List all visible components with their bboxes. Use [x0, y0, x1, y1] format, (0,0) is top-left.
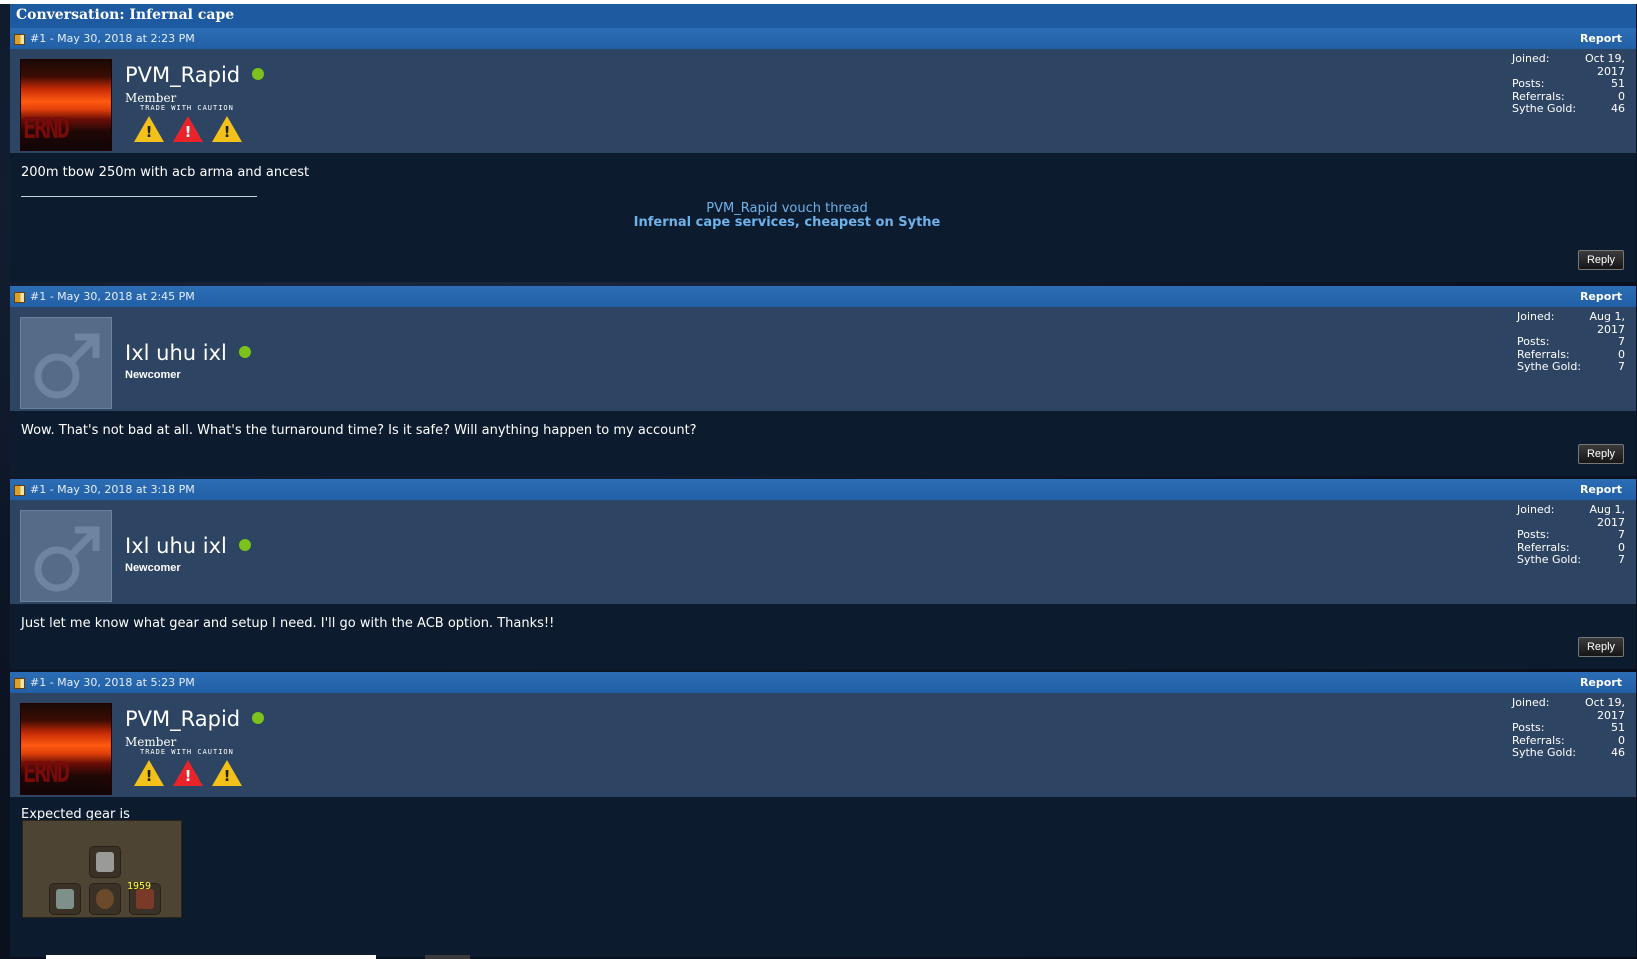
report-link[interactable]: Report: [1580, 28, 1622, 49]
post-header: #1 - May 30, 2018 at 2:23 PM Report: [10, 28, 1636, 49]
warning-badges: ! ! !: [134, 116, 242, 142]
reply-button[interactable]: Reply: [1578, 250, 1624, 270]
post-header: #1 - May 30, 2018 at 2:45 PM Report: [10, 286, 1636, 307]
avatar-caption: ERND: [23, 757, 70, 791]
report-link[interactable]: Report: [1580, 672, 1622, 693]
post: #1 - May 30, 2018 at 5:23 PM Report ERND…: [10, 672, 1636, 957]
username[interactable]: Ixl uhu ixl: [125, 534, 251, 558]
signature-divider: [21, 196, 257, 197]
report-link[interactable]: Report: [1580, 286, 1622, 307]
post-body: Wow. That's not bad at all. What's the t…: [10, 411, 1636, 476]
avatar-default-male[interactable]: [20, 510, 112, 602]
reply-button[interactable]: Reply: [1578, 444, 1624, 464]
username[interactable]: PVM_Rapid: [125, 63, 265, 87]
post-body: Expected gear is 1959: [10, 797, 1636, 957]
signature-services-link: Infernal cape services, cheapest on Syth…: [633, 215, 941, 230]
warning-icon: !: [134, 116, 164, 142]
male-symbol-icon: [34, 526, 100, 592]
reply-button[interactable]: Reply: [1578, 637, 1624, 657]
user-panel: ERND PVM_Rapid Member TRADE WITH CAUTION…: [10, 693, 1636, 797]
post-number-date[interactable]: #1 - May 30, 2018 at 2:45 PM: [30, 286, 195, 307]
post-number-date[interactable]: #1 - May 30, 2018 at 5:23 PM: [30, 672, 195, 693]
user-rank: Newcomer: [125, 562, 181, 574]
user-stats: Joined: Aug 1, 2017 Posts: 7 Referrals: 0 S…: [1517, 310, 1625, 373]
trade-caution-label: TRADE WITH CAUTION: [140, 748, 234, 756]
post-number-date[interactable]: #1 - May 30, 2018 at 3:18 PM: [30, 479, 195, 500]
warning-badges: ! ! !: [134, 760, 242, 786]
username[interactable]: Ixl uhu ixl: [125, 341, 251, 365]
post: #1 - May 30, 2018 at 2:45 PM Report Ixl …: [10, 286, 1636, 476]
warning-icon: !: [134, 760, 164, 786]
post-header: #1 - May 30, 2018 at 5:23 PM Report: [10, 672, 1636, 693]
post-header: #1 - May 30, 2018 at 3:18 PM Report: [10, 479, 1636, 500]
conversation-title: Conversation: Infernal cape: [10, 4, 1636, 28]
online-status-icon: [238, 346, 251, 358]
online-status-icon: [238, 539, 251, 551]
avatar-caption: ERND: [23, 113, 70, 147]
user-panel: ERND PVM_Rapid Member TRADE WITH CAUTION…: [10, 49, 1636, 153]
user-rank: Member: [125, 91, 177, 105]
post: #1 - May 30, 2018 at 3:18 PM Report Ixl …: [10, 479, 1636, 669]
username[interactable]: PVM_Rapid: [125, 707, 265, 731]
user-stats: Joined: Oct 19, 2017 Posts: 51 Referrals: 0…: [1512, 52, 1625, 115]
avatar[interactable]: ERND: [20, 59, 112, 151]
equipment-screenshot: 1959: [22, 820, 182, 918]
post-message: Wow. That's not bad at all. What's the t…: [21, 423, 697, 438]
post-body: Just let me know what gear and setup I n…: [10, 604, 1636, 669]
signature-vouch-link: PVM_Rapid vouch thread: [706, 201, 868, 216]
user-panel: Ixl uhu ixl Newcomer Joined: Aug 1, 2017 …: [10, 307, 1636, 411]
warning-red-icon: !: [173, 760, 203, 786]
post-flag-icon: [14, 292, 25, 303]
online-status-icon: [252, 712, 265, 724]
user-rank: Member: [125, 735, 177, 749]
ammo-quantity: 1959: [127, 881, 152, 892]
online-status-icon: [252, 68, 265, 80]
post-flag-icon: [14, 678, 25, 689]
post-message: Just let me know what gear and setup I n…: [21, 616, 555, 631]
post-number-date[interactable]: #1 - May 30, 2018 at 2:23 PM: [30, 28, 195, 49]
post-message: 200m tbow 250m with acb arma and ancest: [21, 165, 310, 180]
cape-slot-icon: [49, 883, 81, 915]
user-rank: Newcomer: [125, 369, 181, 381]
helmet-slot-icon: [89, 846, 121, 878]
avatar-default-male[interactable]: [20, 317, 112, 409]
warning-icon: !: [212, 760, 242, 786]
bottom-scroll-indicator: [46, 955, 376, 959]
post: #1 - May 30, 2018 at 2:23 PM Report ERND…: [10, 28, 1636, 282]
male-symbol-icon: [34, 333, 100, 399]
bottom-scroll-thumb: [425, 955, 470, 959]
amulet-slot-icon: [89, 883, 121, 915]
user-stats: Joined: Oct 19, 2017 Posts: 51 Referrals: 0…: [1512, 696, 1625, 759]
post-flag-icon: [14, 34, 25, 45]
trade-caution-label: TRADE WITH CAUTION: [140, 104, 234, 112]
post-body: 200m tbow 250m with acb arma and ancest …: [10, 153, 1636, 282]
warning-red-icon: !: [173, 116, 203, 142]
user-panel: Ixl uhu ixl Newcomer Joined: Aug 1, 2017 …: [10, 500, 1636, 604]
avatar[interactable]: ERND: [20, 703, 112, 795]
report-link[interactable]: Report: [1580, 479, 1622, 500]
warning-icon: !: [212, 116, 242, 142]
user-stats: Joined: Aug 1, 2017 Posts: 7 Referrals: 0 S…: [1517, 503, 1625, 566]
post-flag-icon: [14, 485, 25, 496]
